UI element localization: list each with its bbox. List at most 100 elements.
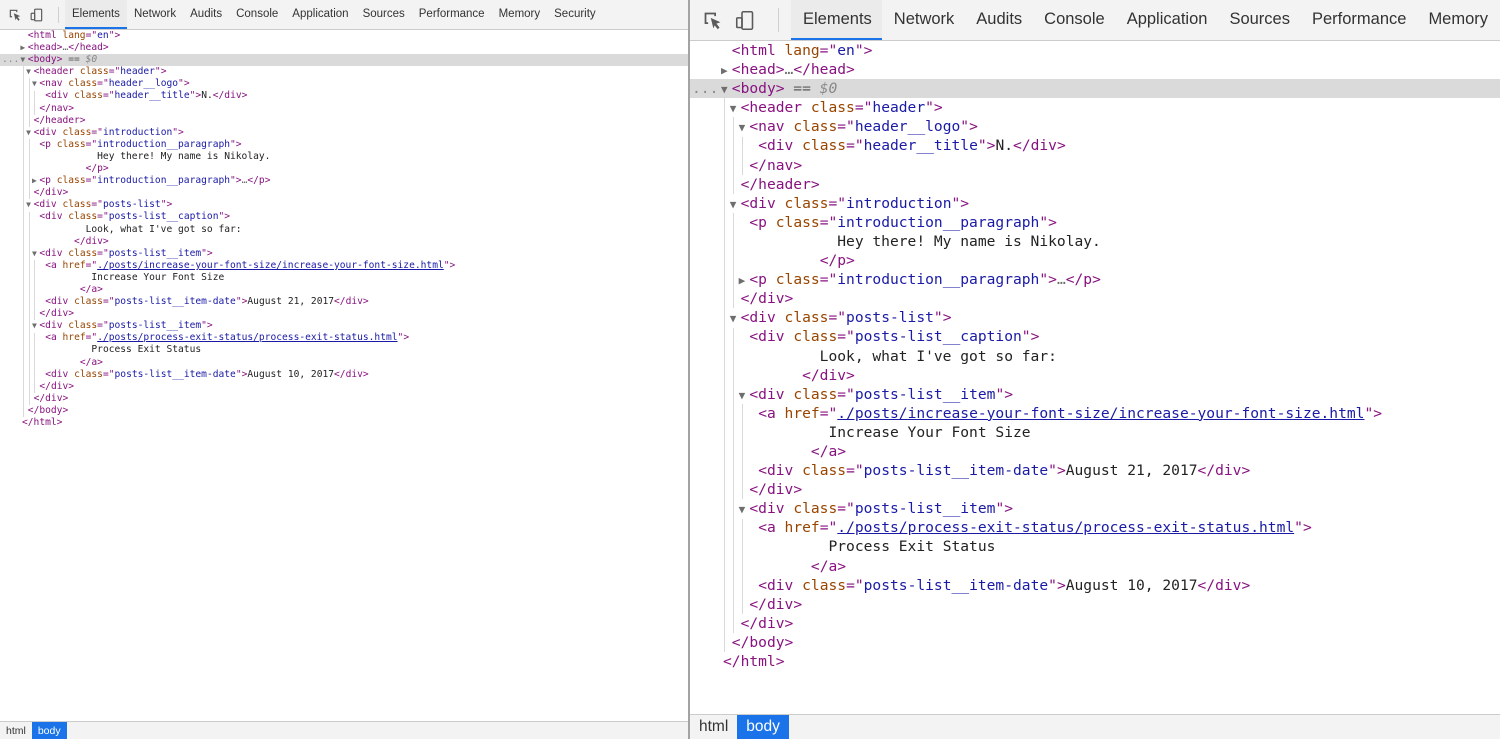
dom-node-row[interactable]: ▼ <div class="posts-list__item">	[0, 320, 688, 332]
dom-node-row[interactable]: <div class="posts-list__item-date">Augus…	[690, 576, 1500, 595]
inspect-element-icon[interactable]	[8, 8, 22, 22]
expand-triangle-down-icon[interactable]: ▼	[29, 78, 39, 90]
dom-node-row[interactable]: <p class="introduction__paragraph">	[690, 213, 1500, 232]
dom-node-row[interactable]: </header>	[690, 175, 1500, 194]
tab-performance[interactable]: Performance	[412, 0, 492, 29]
breadcrumb-body[interactable]: body	[31, 722, 67, 739]
dom-node-row[interactable]: </a>	[0, 284, 688, 296]
dom-node-row[interactable]: </p>	[0, 163, 688, 175]
breadcrumb-html[interactable]: html	[0, 722, 32, 739]
expand-triangle-down-icon[interactable]: ▼	[29, 320, 39, 332]
inspect-element-icon[interactable]	[702, 10, 723, 31]
dom-node-row[interactable]: Hey there! My name is Nikolay.	[0, 151, 688, 163]
dom-node-row[interactable]: <div class="posts-list__caption">	[0, 211, 688, 223]
dom-node-row[interactable]: </div>	[0, 393, 688, 405]
collapse-triangle-right-icon[interactable]: ▶	[18, 42, 28, 54]
dom-node-row[interactable]: </html>	[0, 417, 688, 429]
tab-sources[interactable]: Sources	[356, 0, 412, 29]
dom-node-row[interactable]: Process Exit Status	[690, 537, 1500, 556]
dom-node-row[interactable]: </div>	[690, 366, 1500, 385]
tab-network[interactable]: Network	[882, 0, 965, 40]
dom-node-row[interactable]: <div class="posts-list__item-date">Augus…	[0, 369, 688, 381]
dom-node-row[interactable]: <div class="posts-list__caption">	[690, 327, 1500, 346]
dom-node-row[interactable]: ▶ <p class="introduction__paragraph">…</p…	[690, 270, 1500, 289]
dom-node-row[interactable]: </a>	[0, 357, 688, 369]
dom-node-row[interactable]: </div>	[690, 289, 1500, 308]
dom-node-row[interactable]: ▼ <div class="introduction">	[0, 127, 688, 139]
dom-node-row[interactable]: ▶ <head>…</head>	[690, 60, 1500, 79]
dom-node-row[interactable]: </a>	[690, 557, 1500, 576]
dom-node-row[interactable]: ▼ <div class="posts-list__item">	[690, 499, 1500, 518]
selected-node-row[interactable]: ... ▼ <body> == $0	[0, 54, 688, 67]
dom-node-row[interactable]: <html lang="en">	[0, 30, 688, 42]
dom-node-row[interactable]: <a href="./posts/process-exit-status/pro…	[690, 518, 1500, 537]
dom-node-row[interactable]: <a href="./posts/increase-your-font-size…	[690, 404, 1500, 423]
expand-triangle-down-icon[interactable]: ▼	[726, 309, 741, 328]
tab-network[interactable]: Network	[127, 0, 183, 29]
breadcrumb-body[interactable]: body	[737, 715, 789, 739]
tab-memory[interactable]: Memory	[1416, 0, 1498, 40]
expand-triangle-down-icon[interactable]: ▼	[24, 199, 34, 211]
dom-node-row[interactable]: Increase Your Font Size	[0, 272, 688, 284]
dom-node-row[interactable]: </p>	[690, 251, 1500, 270]
dom-node-row[interactable]: </div>	[0, 308, 688, 320]
dom-node-row[interactable]: <div class="header__title">N.</div>	[0, 90, 688, 102]
dom-node-row[interactable]: </body>	[0, 405, 688, 417]
dom-node-row[interactable]: </div>	[0, 236, 688, 248]
tab-console[interactable]: Console	[1032, 0, 1115, 40]
dom-node-row[interactable]: </nav>	[0, 103, 688, 115]
tab-audits[interactable]: Audits	[183, 0, 229, 29]
dom-node-row[interactable]: </header>	[0, 115, 688, 127]
selected-node-row[interactable]: ... ▼ <body> == $0	[690, 79, 1500, 99]
tab-security[interactable]: Security	[547, 0, 603, 29]
expand-triangle-down-icon[interactable]: ▼	[734, 386, 749, 405]
expand-triangle-down-icon[interactable]: ▼	[734, 500, 749, 519]
dom-node-row[interactable]: ▼ <div class="posts-list__item">	[0, 248, 688, 260]
dom-node-row[interactable]: <div class="posts-list__item-date">Augus…	[690, 461, 1500, 480]
href-link[interactable]: ./posts/process-exit-status/process-exit…	[97, 332, 397, 343]
dom-node-row[interactable]: ▶ <head>…</head>	[0, 42, 688, 54]
tab-console[interactable]: Console	[229, 0, 285, 29]
dom-node-row[interactable]: ▼ <header class="header">	[690, 98, 1500, 117]
dom-node-row[interactable]: </div>	[690, 614, 1500, 633]
tab-application[interactable]: Application	[285, 0, 355, 29]
more-actions-dots[interactable]: ...	[692, 79, 718, 98]
dom-node-row[interactable]: </div>	[690, 480, 1500, 499]
dom-node-row[interactable]: </div>	[690, 595, 1500, 614]
dom-node-row[interactable]: <div class="posts-list__item-date">Augus…	[0, 296, 688, 308]
dom-node-row[interactable]: ▶ <p class="introduction__paragraph">…</p…	[0, 175, 688, 187]
href-link[interactable]: ./posts/increase-your-font-size/increase…	[837, 405, 1364, 422]
dom-node-row[interactable]: <p class="introduction__paragraph">	[0, 139, 688, 151]
href-link[interactable]: ./posts/increase-your-font-size/increase…	[97, 260, 444, 271]
dom-node-row[interactable]: </html>	[690, 652, 1500, 671]
expand-triangle-down-icon[interactable]: ▼	[726, 195, 741, 214]
collapse-triangle-right-icon[interactable]: ▶	[717, 61, 732, 80]
collapse-triangle-right-icon[interactable]: ▶	[29, 175, 39, 187]
dom-node-row[interactable]: ▼ <div class="posts-list__item">	[690, 385, 1500, 404]
dom-node-row[interactable]: </a>	[690, 442, 1500, 461]
tab-memory[interactable]: Memory	[492, 0, 548, 29]
device-toolbar-icon[interactable]	[30, 8, 44, 22]
tab-sources[interactable]: Sources	[1217, 0, 1300, 40]
device-toolbar-icon[interactable]	[735, 10, 756, 31]
collapse-triangle-right-icon[interactable]: ▶	[734, 271, 749, 290]
expand-triangle-down-icon[interactable]: ▼	[734, 118, 749, 137]
dom-node-row[interactable]: Increase Your Font Size	[690, 423, 1500, 442]
dom-node-row[interactable]: Process Exit Status	[0, 344, 688, 356]
dom-node-row[interactable]: ▼ <div class="introduction">	[690, 194, 1500, 213]
expand-triangle-down-icon[interactable]: ▼	[24, 127, 34, 139]
dom-node-row[interactable]: <div class="header__title">N.</div>	[690, 136, 1500, 155]
dom-node-row[interactable]: </nav>	[690, 156, 1500, 175]
dom-node-row[interactable]: <a href="./posts/process-exit-status/pro…	[0, 332, 688, 344]
dom-node-row[interactable]: Hey there! My name is Nikolay.	[690, 232, 1500, 251]
dom-node-row[interactable]: Look, what I've got so far:	[0, 224, 688, 236]
expand-triangle-down-icon[interactable]: ▼	[29, 248, 39, 260]
dom-node-row[interactable]: <html lang="en">	[690, 41, 1500, 60]
href-link[interactable]: ./posts/process-exit-status/process-exit…	[837, 519, 1294, 536]
tab-application[interactable]: Application	[1115, 0, 1218, 40]
dom-node-row[interactable]: ▼ <div class="posts-list">	[690, 308, 1500, 327]
dom-node-row[interactable]: ▼ <div class="posts-list">	[0, 199, 688, 211]
expand-triangle-down-icon[interactable]: ▼	[726, 99, 741, 118]
dom-node-row[interactable]: Look, what I've got so far:	[690, 347, 1500, 366]
dom-node-row[interactable]: <a href="./posts/increase-your-font-size…	[0, 260, 688, 272]
